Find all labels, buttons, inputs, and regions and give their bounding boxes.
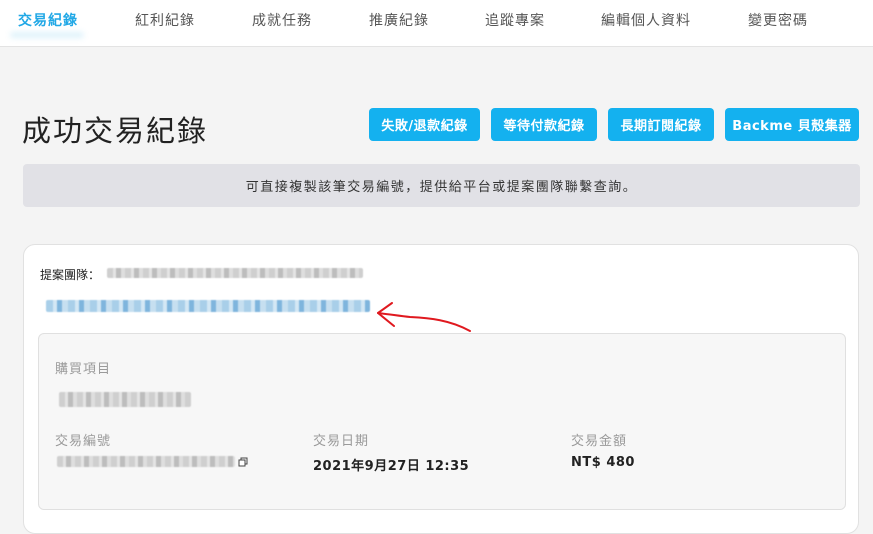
item-value-redacted [59,392,191,407]
info-notice: 可直接複製該筆交易編號，提供給平台或提案團隊聯繫查詢。 [23,164,860,207]
nav-tab-followed-projects[interactable]: 追蹤專案 [485,10,545,30]
nav-tab-bonus[interactable]: 紅利紀錄 [135,10,195,30]
date-label: 交易日期 [313,434,370,449]
pending-payment-records-button[interactable]: 等待付款紀錄 [491,108,597,141]
amount-label: 交易金額 [571,434,628,449]
subscription-records-button[interactable]: 長期訂閱紀錄 [608,108,714,141]
backme-collector-button[interactable]: Backme 貝殼集器 [725,108,859,141]
top-navigation: 交易紀錄 紅利紀錄 成就任務 推廣紀錄 追蹤專案 編輯個人資料 變更密碼 [0,0,873,47]
item-label: 購買項目 [55,362,112,377]
date-value: 2021年9月27日 12:35 [313,459,470,474]
annotation-arrow-icon [377,302,471,332]
amount-value: NT$ 480 [571,455,635,470]
nav-tab-achievements[interactable]: 成就任務 [252,10,312,30]
transaction-details: 購買項目 交易編號 交易日期 2021年9月27日 12:35 交易金額 NT$… [38,333,846,510]
nav-tab-change-password[interactable]: 變更密碼 [748,10,808,30]
nav-tab-referrals[interactable]: 推廣紀錄 [369,10,429,30]
transaction-id-label: 交易編號 [55,434,112,449]
team-name-redacted [107,268,363,278]
nav-tab-edit-profile[interactable]: 編輯個人資料 [601,10,691,30]
transaction-id-redacted[interactable] [57,456,235,467]
failed-refund-records-button[interactable]: 失敗/退款紀錄 [369,108,480,141]
project-link-redacted[interactable] [46,300,370,312]
team-label: 提案團隊： [40,268,101,282]
copy-icon[interactable] [238,457,248,467]
nav-tab-transactions[interactable]: 交易紀錄 [18,10,78,30]
transaction-card: 提案團隊： 購買項目 交易編號 交易日期 2021年9月27日 12:35 交易… [23,244,859,534]
active-tab-indicator [10,32,84,38]
notice-text: 可直接複製該筆交易編號，提供給平台或提案團隊聯繫查詢。 [245,180,638,195]
page-title: 成功交易紀錄 [22,114,209,148]
